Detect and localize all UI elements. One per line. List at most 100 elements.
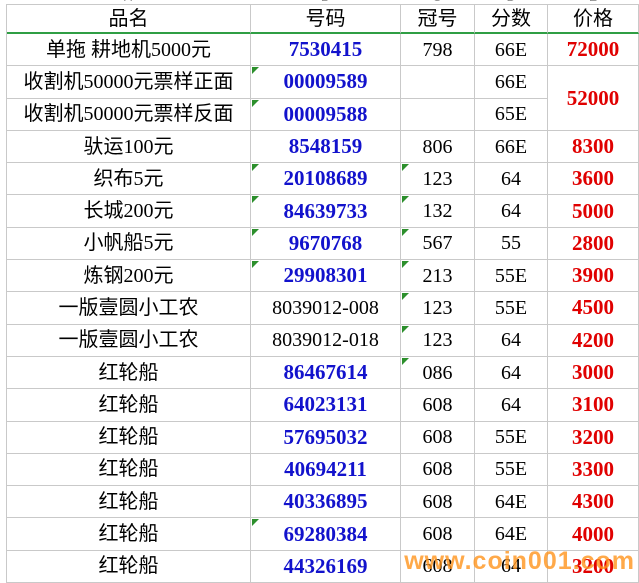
cell-price[interactable]: 72000	[548, 34, 639, 66]
cell-prefix[interactable]	[401, 99, 475, 131]
cell-text: 64	[501, 201, 521, 221]
cell-price[interactable]: 52000	[548, 66, 639, 131]
cell-number[interactable]: 8548159	[251, 131, 401, 163]
cell-name[interactable]: 红轮船	[7, 518, 251, 550]
cell-price[interactable]: 4500	[548, 292, 639, 324]
cell-name[interactable]: 一版壹圆小工农	[7, 292, 251, 324]
cell-grade[interactable]: 64	[475, 551, 548, 583]
cell-prefix[interactable]: 798	[401, 34, 475, 66]
cell-prefix[interactable]: 123	[401, 292, 475, 324]
cell-name[interactable]: 驮运100元	[7, 131, 251, 163]
cell-number[interactable]: 20108689	[251, 163, 401, 195]
cell-prefix[interactable]: 806	[401, 131, 475, 163]
cell-grade[interactable]: 66E	[475, 131, 548, 163]
cell-text: 55E	[495, 266, 527, 286]
cell-grade[interactable]: 64	[475, 357, 548, 389]
cell-number[interactable]: 44326169	[251, 551, 401, 583]
cell-grade[interactable]: 55	[475, 228, 548, 260]
cell-prefix[interactable]: 123	[401, 163, 475, 195]
cell-name[interactable]: 红轮船	[7, 454, 251, 486]
cell-prefix[interactable]: 608	[401, 551, 475, 583]
cell-text: 123	[423, 330, 453, 350]
cell-number[interactable]: 40336895	[251, 486, 401, 518]
cell-price[interactable]: 5000	[548, 195, 639, 227]
column-header-name[interactable]: 品名	[7, 5, 251, 34]
cell-grade[interactable]: 64	[475, 325, 548, 357]
cell-price[interactable]: 3600	[548, 163, 639, 195]
cell-number[interactable]: 9670768	[251, 228, 401, 260]
cell-text: 4500	[572, 297, 614, 318]
cell-price[interactable]: 3100	[548, 389, 639, 421]
cell-name[interactable]: 一版壹圆小工农	[7, 325, 251, 357]
cell-name[interactable]: 红轮船	[7, 357, 251, 389]
cell-prefix[interactable]: 086	[401, 357, 475, 389]
cell-name[interactable]: 小帆船5元	[7, 228, 251, 260]
cell-text: 8548159	[289, 136, 363, 157]
cell-price[interactable]: 3900	[548, 260, 639, 292]
cell-grade[interactable]: 64E	[475, 486, 548, 518]
cell-grade[interactable]: 64E	[475, 518, 548, 550]
cell-prefix[interactable]: 608	[401, 486, 475, 518]
cell-prefix[interactable]: 608	[401, 422, 475, 454]
cell-number[interactable]: 69280384	[251, 518, 401, 550]
cell-name[interactable]: 红轮船	[7, 486, 251, 518]
cell-number[interactable]: 00009589	[251, 66, 401, 98]
cell-prefix[interactable]	[401, 66, 475, 98]
cell-price[interactable]: 4000	[548, 518, 639, 550]
cell-grade[interactable]: 65E	[475, 99, 548, 131]
cell-prefix[interactable]: 608	[401, 389, 475, 421]
cell-number[interactable]: 57695032	[251, 422, 401, 454]
cell-name[interactable]: 红轮船	[7, 551, 251, 583]
cell-price[interactable]: 4200	[548, 325, 639, 357]
cell-number[interactable]: 40694211	[251, 454, 401, 486]
cell-prefix[interactable]: 608	[401, 518, 475, 550]
cell-number[interactable]: 84639733	[251, 195, 401, 227]
cell-grade[interactable]: 64	[475, 389, 548, 421]
cell-grade[interactable]: 55E	[475, 292, 548, 324]
column-header-label: 品名	[109, 9, 149, 29]
cell-price[interactable]: 4300	[548, 486, 639, 518]
cell-name[interactable]: 单拖 耕地机5000元	[7, 34, 251, 66]
cell-price[interactable]: 8300	[548, 131, 639, 163]
cell-name[interactable]: 收割机50000元票样反面	[7, 99, 251, 131]
cell-grade[interactable]: 64	[475, 163, 548, 195]
column-header-number[interactable]: 号码	[251, 5, 401, 34]
cell-text: 3100	[572, 394, 614, 415]
cell-number[interactable]: 8039012-008	[251, 292, 401, 324]
cell-number[interactable]: 29908301	[251, 260, 401, 292]
cell-price[interactable]: 2800	[548, 228, 639, 260]
cell-grade[interactable]: 64	[475, 195, 548, 227]
cell-text: 086	[423, 363, 453, 383]
cell-price[interactable]: 3200	[548, 422, 639, 454]
cell-prefix[interactable]: 123	[401, 325, 475, 357]
cell-price[interactable]: 3000	[548, 357, 639, 389]
column-header-price[interactable]: 价格	[548, 5, 639, 34]
column-header-prefix[interactable]: 冠号	[401, 5, 475, 34]
cell-price[interactable]: 3200	[548, 551, 639, 583]
cell-name[interactable]: 收割机50000元票样正面	[7, 66, 251, 98]
cell-number[interactable]: 8039012-018	[251, 325, 401, 357]
cell-grade[interactable]: 66E	[475, 66, 548, 98]
column-header-grade[interactable]: 分数	[475, 5, 548, 34]
cell-name[interactable]: 红轮船	[7, 389, 251, 421]
cell-number[interactable]: 7530415	[251, 34, 401, 66]
cell-text: 64E	[495, 524, 527, 544]
cell-number[interactable]: 00009588	[251, 99, 401, 131]
cell-prefix[interactable]: 132	[401, 195, 475, 227]
cell-text: 4000	[572, 524, 614, 545]
cell-name[interactable]: 长城200元	[7, 195, 251, 227]
cell-name[interactable]: 织布5元	[7, 163, 251, 195]
cell-text: 3200	[572, 427, 614, 448]
cell-name[interactable]: 炼钢200元	[7, 260, 251, 292]
cell-prefix[interactable]: 567	[401, 228, 475, 260]
cell-name[interactable]: 红轮船	[7, 422, 251, 454]
cell-prefix[interactable]: 213	[401, 260, 475, 292]
cell-price[interactable]: 3300	[548, 454, 639, 486]
cell-number[interactable]: 64023131	[251, 389, 401, 421]
cell-grade[interactable]: 55E	[475, 454, 548, 486]
cell-grade[interactable]: 55E	[475, 260, 548, 292]
cell-number[interactable]: 86467614	[251, 357, 401, 389]
cell-grade[interactable]: 55E	[475, 422, 548, 454]
cell-grade[interactable]: 66E	[475, 34, 548, 66]
cell-prefix[interactable]: 608	[401, 454, 475, 486]
